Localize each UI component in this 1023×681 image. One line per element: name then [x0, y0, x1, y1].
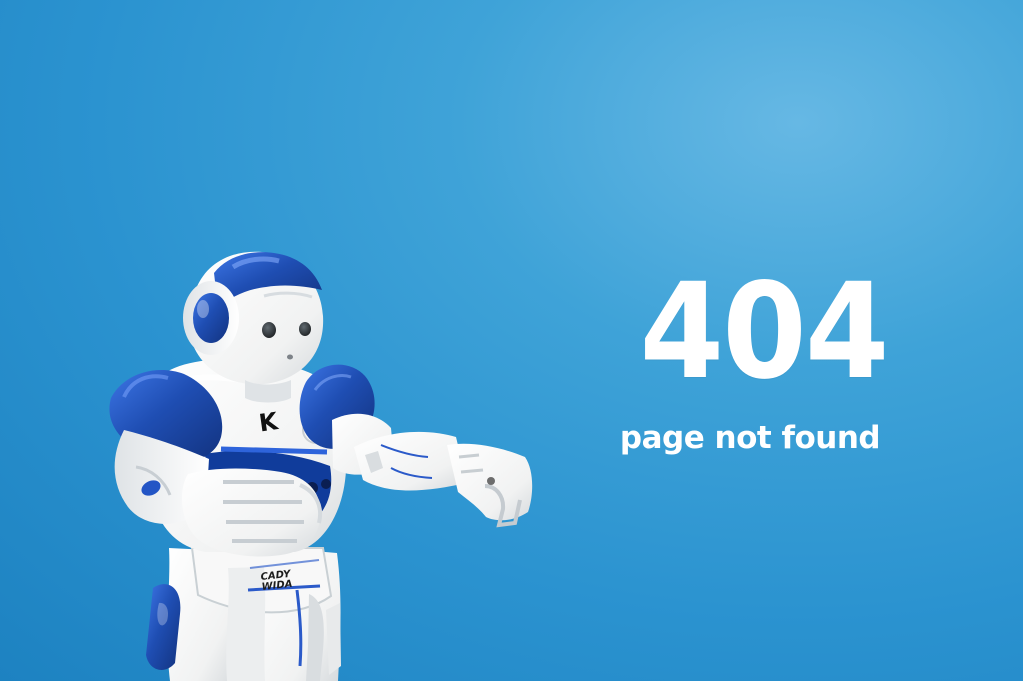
error-message-block: 404 page not found — [610, 266, 890, 466]
chest-logo-text: K — [257, 407, 280, 438]
error-page-canvas: K CADY WIDA 404 page not found — [0, 0, 1023, 681]
error-code: 404 — [639, 255, 890, 409]
error-message: page not found — [619, 420, 881, 456]
